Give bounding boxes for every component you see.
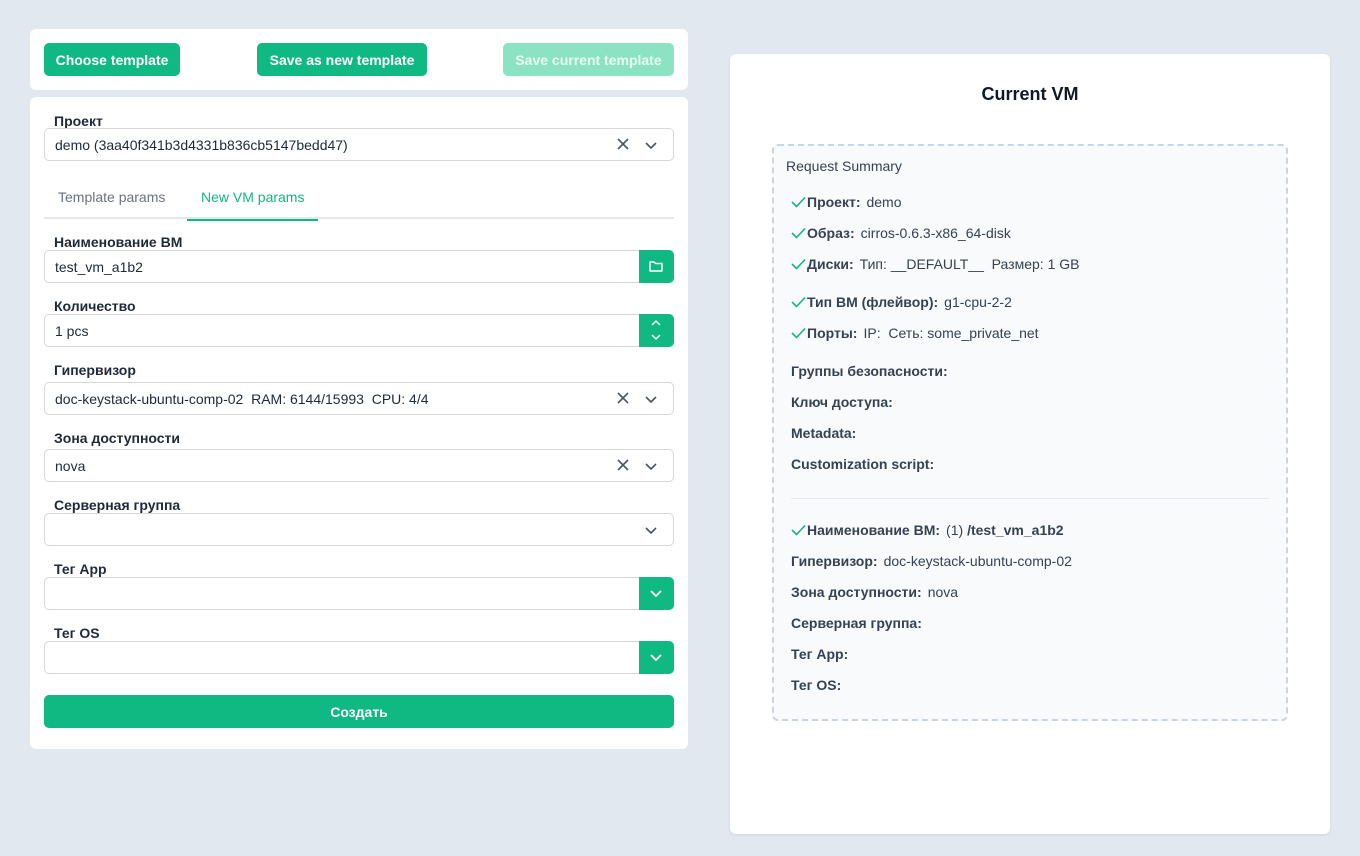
quantity-stepper[interactable]: 1 pcs xyxy=(44,314,674,347)
summary-row-zone: Зона доступности: nova xyxy=(791,584,958,600)
tag-os-select[interactable] xyxy=(44,641,674,674)
summary-divider xyxy=(791,498,1269,499)
summary-row-metadata: Metadata: xyxy=(791,425,856,441)
summary-row-disks: Диски: Тип: __DEFAULT__ Размер: 1 GB xyxy=(791,256,1079,272)
check-icon xyxy=(791,258,806,270)
summary-value: cirros-0.6.3-x86_64-disk xyxy=(860,225,1011,241)
clear-icon[interactable] xyxy=(615,390,631,406)
tag-app-dropdown-button[interactable] xyxy=(639,577,674,610)
request-summary: Request Summary Проект: demo Образ: cirros… xyxy=(772,144,1288,721)
tag-os-label: Тег OS xyxy=(54,625,100,641)
check-icon xyxy=(791,524,806,536)
summary-row-ports: Порты: IP: Сеть: some_private_net xyxy=(791,325,1039,341)
stepper-arrows-icon[interactable] xyxy=(648,318,664,342)
tab-new-vm-params[interactable]: New VM params xyxy=(187,179,319,221)
summary-value: g1-cpu-2-2 xyxy=(944,294,1012,310)
vm-name-value: test_vm_a1b2 xyxy=(55,259,143,275)
hypervisor-select[interactable]: doc-keystack-ubuntu-comp-02 RAM: 6144/15… xyxy=(44,382,674,415)
quantity-label: Количество xyxy=(54,298,136,314)
create-button[interactable]: Создать xyxy=(44,695,674,728)
summary-count: (1) xyxy=(946,522,964,538)
summary-key: Диски: xyxy=(807,256,854,272)
project-label: Проект xyxy=(54,113,103,129)
save-current-template-button[interactable]: Save current template xyxy=(503,43,674,76)
summary-key: Образ: xyxy=(807,225,855,241)
summary-row-hypervisor: Гипервизор: doc-keystack-ubuntu-comp-02 xyxy=(791,553,1072,569)
hypervisor-value: doc-keystack-ubuntu-comp-02 RAM: 6144/15… xyxy=(55,391,429,407)
summary-row-project: Проект: demo xyxy=(791,194,902,210)
summary-key: Тип ВМ (флейвор): xyxy=(807,294,939,310)
vm-form-panel: Проект demo (3aa40f341b3d4331b836cb5147b… xyxy=(30,97,688,749)
summary-row-access-key: Ключ доступа: xyxy=(791,394,893,410)
summary-value: IP: Сеть: some_private_net xyxy=(863,325,1039,341)
summary-row-vm-name: Наименование ВМ: (1) /test_vm_a1b2 xyxy=(791,522,1064,538)
summary-key: Тег App: xyxy=(791,646,849,662)
chevron-down-icon[interactable] xyxy=(643,458,659,474)
chevron-down-icon xyxy=(650,590,662,598)
summary-row-tag-app: Тег App: xyxy=(791,646,848,662)
server-group-select[interactable] xyxy=(44,513,674,546)
clear-icon[interactable] xyxy=(615,457,631,473)
choose-template-button[interactable]: Choose template xyxy=(44,43,180,76)
zone-value: nova xyxy=(55,458,86,474)
summary-value: doc-keystack-ubuntu-comp-02 xyxy=(883,553,1072,569)
summary-row-image: Образ: cirros-0.6.3-x86_64-disk xyxy=(791,225,1011,241)
summary-row-server-group: Серверная группа: xyxy=(791,615,922,631)
summary-key: Наименование ВМ: xyxy=(807,522,941,538)
params-tabs: Template params New VM params xyxy=(44,179,674,221)
quantity-step-buttons[interactable] xyxy=(639,314,674,347)
summary-key: Customization script: xyxy=(791,456,935,472)
request-summary-title: Request Summary xyxy=(786,158,902,174)
summary-key: Серверная группа: xyxy=(791,615,922,631)
chevron-down-icon[interactable] xyxy=(643,522,659,538)
zone-select[interactable]: nova xyxy=(44,449,674,482)
summary-key: Проект: xyxy=(807,194,861,210)
summary-value: demo xyxy=(866,194,902,210)
tag-os-dropdown-button[interactable] xyxy=(639,641,674,674)
summary-value: Тип: __DEFAULT__ Размер: 1 GB xyxy=(859,256,1080,272)
project-value: demo (3aa40f341b3d4331b836cb5147bedd47) xyxy=(55,137,348,153)
tab-template-params[interactable]: Template params xyxy=(44,179,179,219)
summary-key: Группы безопасности: xyxy=(791,363,948,379)
chevron-down-icon[interactable] xyxy=(643,391,659,407)
vm-name-input[interactable]: test_vm_a1b2 xyxy=(44,250,674,283)
current-vm-title: Current VM xyxy=(981,84,1079,104)
summary-row-security-groups: Группы безопасности: xyxy=(791,363,948,379)
chevron-down-icon[interactable] xyxy=(643,137,659,153)
summary-value: /test_vm_a1b2 xyxy=(967,522,1064,538)
quantity-value: 1 pcs xyxy=(55,323,89,339)
template-toolbar: Choose template Save as new template Sav… xyxy=(30,29,688,90)
check-icon xyxy=(791,196,806,208)
summary-key: Порты: xyxy=(807,325,858,341)
project-select[interactable]: demo (3aa40f341b3d4331b836cb5147bedd47) xyxy=(44,128,674,161)
browse-name-button[interactable] xyxy=(639,250,674,283)
chevron-down-icon xyxy=(650,654,662,662)
zone-label: Зона доступности xyxy=(54,430,181,446)
check-icon xyxy=(791,227,806,239)
save-as-new-template-button[interactable]: Save as new template xyxy=(257,43,427,76)
summary-key: Гипервизор: xyxy=(791,553,878,569)
tag-app-select[interactable] xyxy=(44,577,674,610)
summary-key: Зона доступности: xyxy=(791,584,922,600)
summary-key: Metadata: xyxy=(791,425,857,441)
check-icon xyxy=(791,296,806,308)
hypervisor-label: Гипервизор xyxy=(54,362,136,378)
summary-key: Тег OS: xyxy=(791,677,842,693)
check-icon xyxy=(791,327,806,339)
server-group-label: Серверная группа xyxy=(54,497,181,513)
vm-name-label: Наименование ВМ xyxy=(54,234,183,250)
tag-app-label: Тег App xyxy=(54,561,107,577)
clear-icon[interactable] xyxy=(615,136,631,152)
summary-row-custom-script: Customization script: xyxy=(791,456,934,472)
summary-key: Ключ доступа: xyxy=(791,394,893,410)
summary-row-tag-os: Тег OS: xyxy=(791,677,841,693)
folder-icon xyxy=(649,261,663,272)
current-vm-panel: Current VM Request Summary Проект: demo О… xyxy=(730,54,1330,834)
summary-row-flavor: Тип ВМ (флейвор): g1-cpu-2-2 xyxy=(791,294,1012,310)
summary-value: nova xyxy=(927,584,959,600)
